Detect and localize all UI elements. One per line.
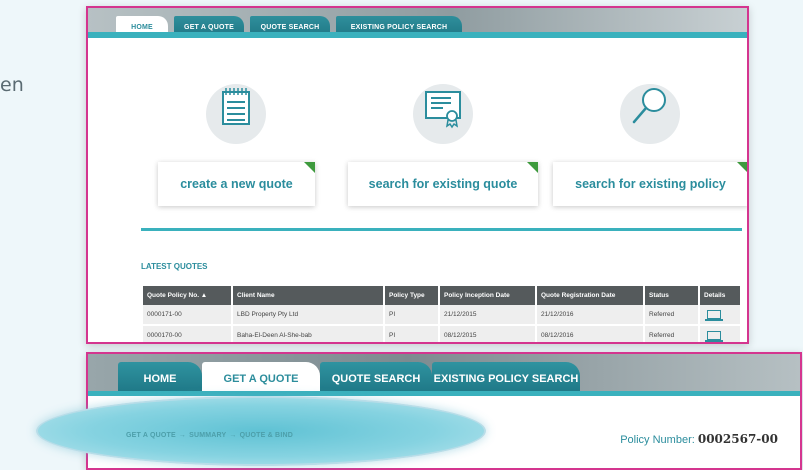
bottom-tab-bar: HOME GET A QUOTE QUOTE SEARCH EXISTING P…: [88, 354, 800, 396]
cell-details: [699, 305, 742, 326]
search-quote-button[interactable]: search for existing quote: [348, 162, 538, 206]
search-policy-button[interactable]: search for existing policy: [553, 162, 747, 206]
breadcrumb-step-quote-bind[interactable]: QUOTE & BIND: [240, 432, 293, 439]
tab-quote-search[interactable]: QUOTE SEARCH: [320, 362, 432, 396]
side-language-text: en: [0, 74, 24, 96]
cell-inception-date: 21/12/2015: [439, 305, 537, 326]
tab-quote-search[interactable]: QUOTE SEARCH: [250, 16, 330, 38]
cell-registration-date: 21/12/2016: [536, 305, 645, 326]
column-header-quote-no[interactable]: Quote Policy No. ▲: [143, 286, 233, 305]
latest-quotes-title: LATEST QUOTES: [141, 262, 208, 271]
column-header-details: Details: [699, 286, 742, 305]
corner-marker: [527, 162, 538, 173]
create-quote-feature[interactable]: create a new quote: [158, 56, 315, 206]
create-quote-label: create a new quote: [180, 177, 293, 191]
table-row: 0000170-00 Baha-El-Deen Al-She-bab PI 08…: [143, 325, 742, 342]
section-divider: [141, 228, 742, 231]
tab-get-a-quote[interactable]: GET A QUOTE: [174, 16, 244, 38]
cell-policy-type: PI: [384, 305, 440, 326]
laptop-details-icon[interactable]: [705, 330, 723, 342]
breadcrumb-arrow-icon: →: [229, 432, 237, 439]
search-quote-feature[interactable]: search for existing quote: [348, 56, 538, 206]
column-header-client-name[interactable]: Client Name: [232, 286, 385, 305]
search-policy-label: search for existing policy: [575, 177, 726, 191]
breadcrumb-highlight-oval: [36, 396, 486, 466]
column-header-registration-date[interactable]: Quote Registration Date: [536, 286, 645, 305]
policy-number-label: Policy Number:: [620, 434, 695, 446]
table-row: 0000171-00 LBD Property Pty Ltd PI 21/12…: [143, 305, 742, 326]
tab-get-a-quote[interactable]: GET A QUOTE: [202, 362, 320, 396]
tab-home[interactable]: HOME: [116, 16, 168, 38]
table-header-row: Quote Policy No. ▲ Client Name Policy Ty…: [143, 286, 742, 305]
tab-home[interactable]: HOME: [118, 362, 202, 396]
column-header-policy-type[interactable]: Policy Type: [384, 286, 440, 305]
magnifier-icon: [632, 88, 666, 124]
corner-marker: [304, 162, 315, 173]
column-header-inception-date[interactable]: Policy Inception Date: [439, 286, 537, 305]
breadcrumb: GET A QUOTE → SUMMARY → QUOTE & BIND: [126, 432, 293, 439]
cell-inception-date: 08/12/2015: [439, 325, 537, 342]
cell-quote-no: 0000171-00: [143, 305, 233, 326]
tab-existing-policy-search[interactable]: EXISTING POLICY SEARCH: [336, 16, 462, 38]
top-tab-bar: HOME GET A QUOTE QUOTE SEARCH EXISTING P…: [88, 8, 747, 38]
policy-number: Policy Number: 0002567-00: [620, 432, 778, 446]
create-quote-button[interactable]: create a new quote: [158, 162, 315, 206]
search-quote-label: search for existing quote: [368, 177, 518, 191]
notepad-icon: [222, 88, 250, 125]
breadcrumb-arrow-icon: →: [178, 432, 187, 439]
breadcrumb-step-get-a-quote[interactable]: GET A QUOTE: [126, 432, 176, 439]
breadcrumb-step-summary[interactable]: SUMMARY: [189, 432, 226, 439]
column-header-status[interactable]: Status: [644, 286, 700, 305]
cell-registration-date: 08/12/2016: [536, 325, 645, 342]
cell-quote-no: 0000170-00: [143, 325, 233, 342]
cell-status: Referred: [644, 325, 700, 342]
policy-number-value: 0002567-00: [697, 432, 778, 446]
laptop-details-icon[interactable]: [705, 310, 723, 321]
tab-existing-policy-search[interactable]: EXISTING POLICY SEARCH: [432, 362, 580, 396]
latest-quotes-table: Quote Policy No. ▲ Client Name Policy Ty…: [143, 286, 742, 342]
cell-client-name: Baha-El-Deen Al-She-bab: [232, 325, 385, 342]
certificate-icon: [425, 91, 461, 129]
home-screen-panel: HOME GET A QUOTE QUOTE SEARCH EXISTING P…: [86, 6, 749, 344]
corner-marker: [737, 162, 747, 173]
cell-client-name: LBD Property Pty Ltd: [232, 305, 385, 326]
search-policy-feature[interactable]: search for existing policy: [553, 56, 747, 206]
cell-details: [699, 325, 742, 342]
cell-status: Referred: [644, 305, 700, 326]
cell-policy-type: PI: [384, 325, 440, 342]
